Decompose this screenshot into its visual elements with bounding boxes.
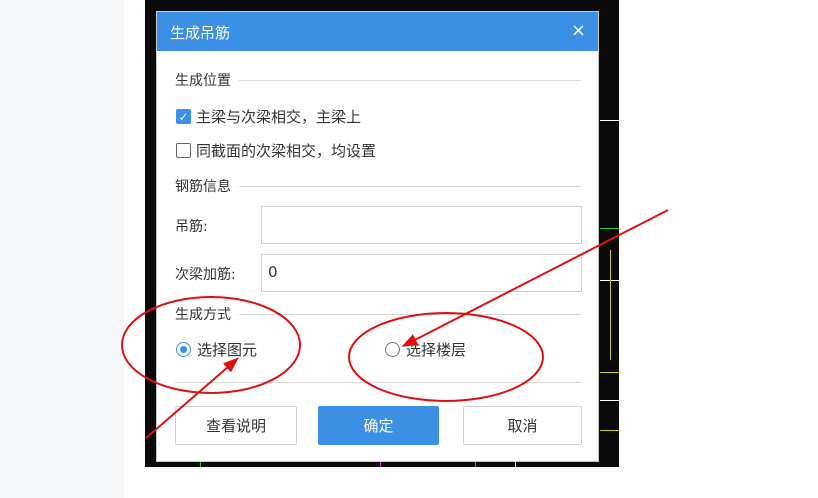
checkbox-checked-icon[interactable]: ✓ <box>176 109 191 124</box>
section-position: 生成位置 <box>175 70 581 90</box>
close-icon[interactable]: × <box>571 20 586 41</box>
cad-line <box>610 250 611 360</box>
cancel-button[interactable]: 取消 <box>463 406 582 445</box>
secondary-beam-rebar-label: 次梁加筋: <box>175 267 236 283</box>
hanger-input[interactable] <box>261 206 582 244</box>
cad-line <box>600 400 619 401</box>
divider <box>175 382 581 383</box>
section-method: 生成方式 <box>175 304 581 324</box>
radio-unselected-icon[interactable] <box>385 342 400 357</box>
section-method-label: 生成方式 <box>175 307 231 323</box>
checkbox-main-beam-label: 主梁与次梁相交，主梁上 <box>196 108 362 126</box>
section-rebar-info: 钢筋信息 <box>175 176 581 196</box>
dialog-titlebar: 生成吊筋 × <box>157 12 598 51</box>
checkbox-same-section-label: 同截面的次梁相交，均设置 <box>196 142 377 160</box>
section-position-label: 生成位置 <box>175 73 231 89</box>
checkbox-main-beam[interactable]: ✓ 主梁与次梁相交，主梁上 <box>176 106 361 127</box>
radio-select-floor-label: 选择楼层 <box>406 341 467 359</box>
cad-line <box>600 228 619 229</box>
dialog-title: 生成吊筋 <box>170 24 231 42</box>
help-button[interactable]: 查看说明 <box>175 406 297 445</box>
divider <box>239 313 581 315</box>
ok-button[interactable]: 确定 <box>318 406 439 445</box>
radio-selected-icon[interactable] <box>176 342 191 357</box>
radio-select-floor[interactable]: 选择楼层 <box>385 339 466 360</box>
divider <box>239 79 581 81</box>
generate-hanger-dialog: 生成吊筋 × 生成位置 ✓ 主梁与次梁相交，主梁上 同截面的次梁相交，均设置 钢… <box>156 11 599 462</box>
section-rebar-info-label: 钢筋信息 <box>175 179 231 195</box>
secondary-beam-rebar-input[interactable]: 0 <box>261 254 582 292</box>
cad-line <box>600 372 619 373</box>
hanger-label: 吊筋: <box>175 219 208 235</box>
radio-select-element[interactable]: 选择图元 <box>176 339 257 360</box>
cad-line <box>600 120 619 121</box>
checkbox-unchecked-icon[interactable] <box>176 143 191 158</box>
cad-line <box>600 430 619 431</box>
radio-select-element-label: 选择图元 <box>197 341 258 359</box>
checkbox-same-section[interactable]: 同截面的次梁相交，均设置 <box>176 140 376 161</box>
left-panel <box>0 0 124 498</box>
divider <box>239 185 581 187</box>
